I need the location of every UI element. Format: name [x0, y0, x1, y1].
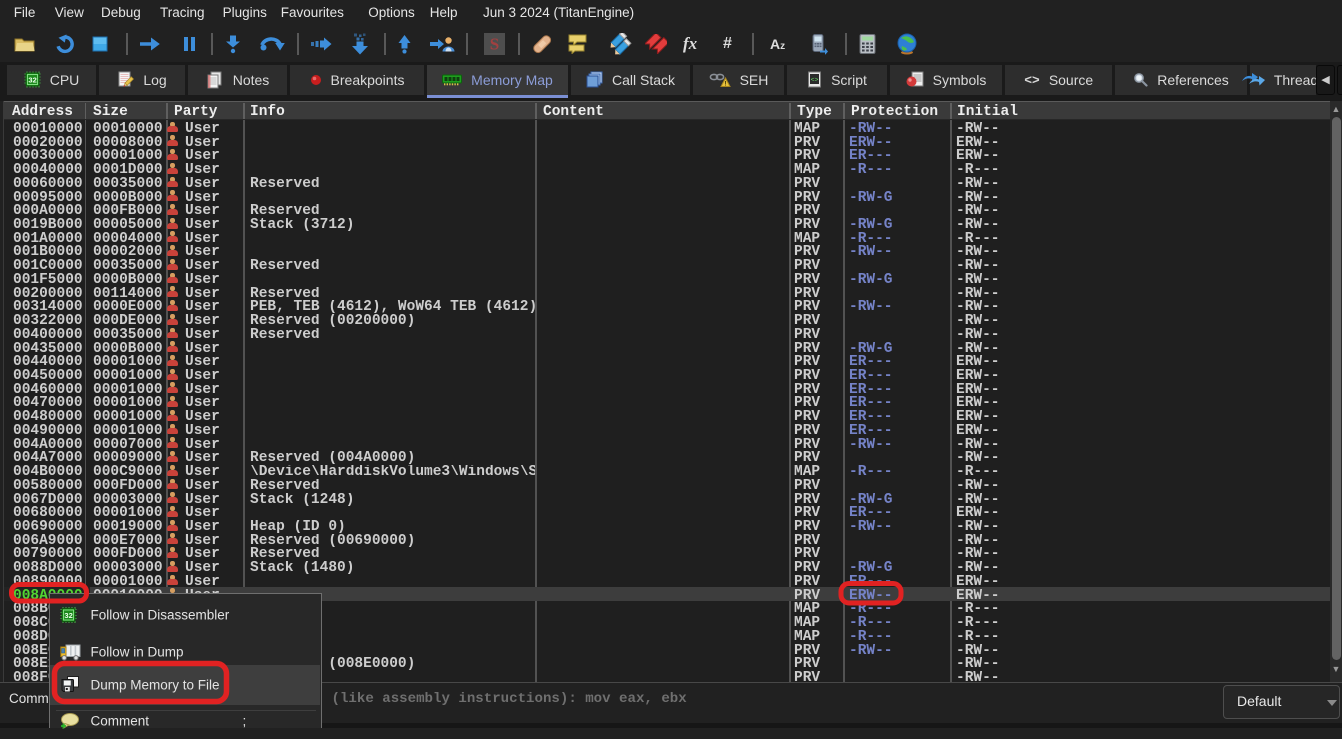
svg-text:32: 32 [28, 76, 36, 85]
svg-text:<>: <> [1024, 73, 1040, 86]
svg-text:32: 32 [64, 611, 72, 620]
svg-text:<>: <> [811, 77, 819, 84]
svg-text:!: ! [724, 80, 726, 87]
svg-text:S: S [490, 35, 499, 54]
